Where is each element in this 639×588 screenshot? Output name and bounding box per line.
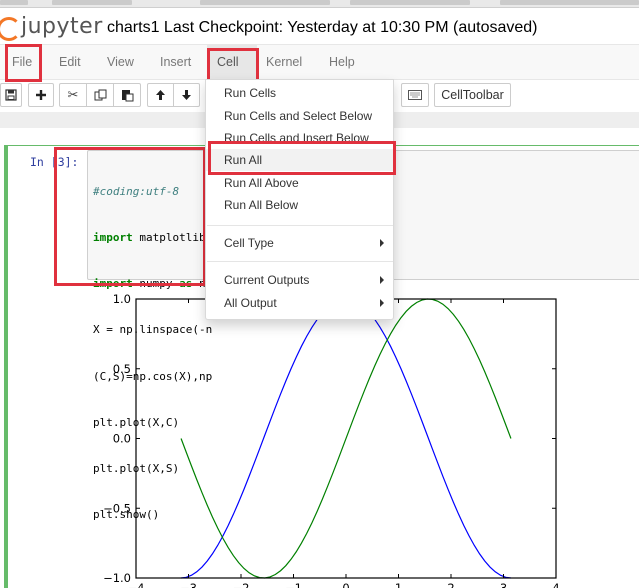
menubar: File Edit View Insert Cell Kernel Help: [0, 44, 639, 80]
copy-icon: [94, 89, 106, 100]
command-palette-button[interactable]: [401, 83, 429, 107]
x-tick-label: 2: [447, 581, 454, 588]
arrow-down-icon: [182, 90, 191, 100]
keyboard-icon: [408, 90, 422, 100]
cut-button[interactable]: ✂: [59, 83, 87, 107]
caret-right-icon: [380, 239, 384, 247]
y-tick-label: −0.5: [103, 501, 131, 515]
cell-menu-dropdown: Run Cells Run Cells and Select Below Run…: [205, 79, 394, 320]
arrow-up-icon: [156, 90, 165, 100]
code-line: import matplotlib.: [93, 230, 212, 245]
menu-item-run-cells[interactable]: Run Cells: [206, 82, 393, 104]
copy-button[interactable]: [86, 83, 114, 107]
menu-item-run-cells-select-below[interactable]: Run Cells and Select Below: [206, 105, 393, 127]
menu-divider: [207, 261, 393, 262]
x-tick-label: 1: [395, 581, 402, 588]
x-tick-label: −2: [233, 581, 250, 588]
menu-item-current-outputs[interactable]: Current Outputs: [206, 269, 393, 291]
plus-icon: [36, 90, 46, 100]
caret-right-icon: [380, 276, 384, 284]
menu-insert[interactable]: Insert: [150, 45, 201, 80]
input-prompt: In [3]:: [30, 155, 79, 169]
menu-file[interactable]: File: [2, 45, 42, 80]
x-tick-label: −1: [285, 581, 302, 588]
bookmarks-bar: [0, 0, 639, 8]
menu-item-run-all-below[interactable]: Run All Below: [206, 194, 393, 216]
x-tick-label: −4: [128, 581, 145, 588]
x-tick-label: 4: [552, 581, 559, 588]
menu-edit[interactable]: Edit: [49, 45, 91, 80]
bookmark[interactable]: [350, 0, 470, 5]
y-tick-label: 0.0: [113, 432, 131, 446]
menu-kernel[interactable]: Kernel: [256, 45, 312, 80]
move-up-button[interactable]: [147, 83, 174, 107]
x-tick-label: 3: [500, 581, 507, 588]
menu-help[interactable]: Help: [319, 45, 365, 80]
x-tick-label: −3: [180, 581, 197, 588]
menu-divider: [207, 225, 393, 226]
save-button[interactable]: [0, 83, 22, 107]
menu-item-cell-type[interactable]: Cell Type: [206, 232, 393, 254]
menu-cell[interactable]: Cell: [207, 45, 257, 80]
floppy-disk-icon: [5, 89, 17, 101]
menu-item-run-all-above[interactable]: Run All Above: [206, 172, 393, 194]
bookmark[interactable]: [200, 0, 330, 5]
y-tick-label: 0.5: [113, 362, 131, 376]
checkpoint-status: Last Checkpoint: Yesterday at 10:30 PM (…: [163, 19, 538, 36]
menu-item-run-all[interactable]: Run All: [206, 149, 393, 171]
bookmark[interactable]: [500, 0, 639, 5]
menu-item-run-cells-insert-below[interactable]: Run Cells and Insert Below: [206, 127, 393, 143]
celltoolbar-button[interactable]: CellToolbar: [434, 83, 511, 107]
keyword: import: [93, 231, 133, 245]
paste-icon: [121, 89, 133, 101]
notebook-title: charts1 Last Checkpoint: Yesterday at 10…: [107, 19, 537, 37]
jupyter-logo-text: jupyter: [21, 13, 103, 39]
x-tick-label: 0: [342, 581, 349, 588]
jupyter-logo[interactable]: jupyter: [0, 13, 103, 41]
jupyter-logo-icon: [0, 15, 21, 41]
paste-button[interactable]: [113, 83, 141, 107]
bookmark[interactable]: [0, 0, 28, 5]
menu-item-all-output[interactable]: All Output: [206, 292, 393, 314]
notebook-name[interactable]: charts1: [107, 19, 159, 36]
scissors-icon: ✂: [67, 87, 79, 102]
notebook-header: jupyter charts1 Last Checkpoint: Yesterd…: [0, 9, 639, 43]
y-tick-label: 1.0: [113, 292, 131, 306]
bookmark[interactable]: [52, 0, 132, 5]
jupyter-notebook-window: jupyter charts1 Last Checkpoint: Yesterd…: [0, 0, 639, 588]
code-line: #coding:utf-8: [93, 184, 180, 198]
move-down-button[interactable]: [173, 83, 200, 107]
output-chart: −1.0−0.50.00.51.0−4 −3 −2 −1 0 1 2 3 4: [103, 292, 560, 588]
series-line-sin: [180, 298, 512, 579]
menu-view[interactable]: View: [97, 45, 144, 80]
caret-right-icon: [380, 299, 384, 307]
code-token: matplotlib.: [132, 231, 213, 245]
insert-cell-below-button[interactable]: [28, 83, 54, 107]
